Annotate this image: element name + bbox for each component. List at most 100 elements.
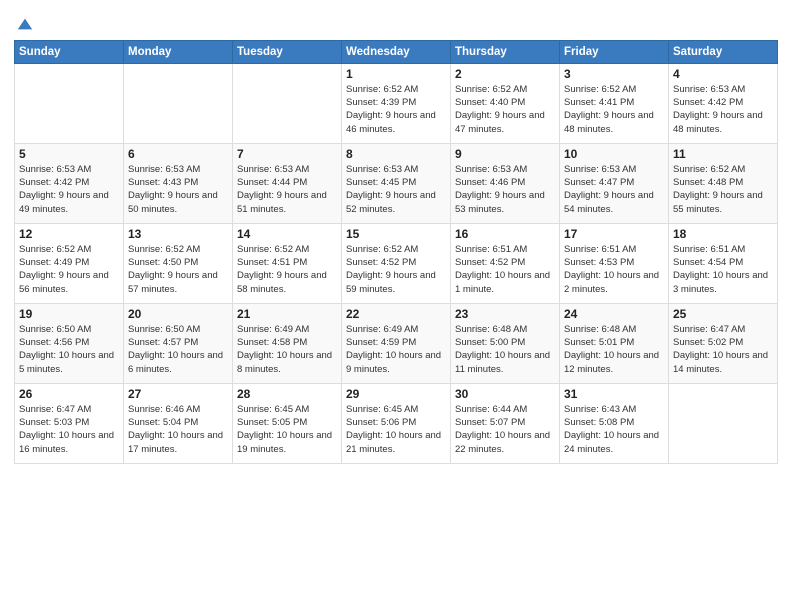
- day-number: 31: [564, 387, 664, 401]
- day-cell: 16 Sunrise: 6:51 AM Sunset: 4:52 PM Dayli…: [451, 223, 560, 303]
- day-info: Sunrise: 6:50 AM Sunset: 4:57 PM Dayligh…: [128, 323, 228, 376]
- day-number: 2: [455, 67, 555, 81]
- day-number: 6: [128, 147, 228, 161]
- day-cell: 20 Sunrise: 6:50 AM Sunset: 4:57 PM Dayli…: [124, 303, 233, 383]
- day-info: Sunrise: 6:52 AM Sunset: 4:48 PM Dayligh…: [673, 163, 773, 216]
- day-number: 12: [19, 227, 119, 241]
- day-cell: 23 Sunrise: 6:48 AM Sunset: 5:00 PM Dayli…: [451, 303, 560, 383]
- day-number: 29: [346, 387, 446, 401]
- day-number: 4: [673, 67, 773, 81]
- weekday-header-monday: Monday: [124, 40, 233, 63]
- day-number: 18: [673, 227, 773, 241]
- day-info: Sunrise: 6:52 AM Sunset: 4:49 PM Dayligh…: [19, 243, 119, 296]
- day-cell: 24Sunrise: 6:48 AM Sunset: 5:01 PM Dayli…: [560, 303, 669, 383]
- day-cell: 12 Sunrise: 6:52 AM Sunset: 4:49 PM Dayli…: [15, 223, 124, 303]
- day-cell: [233, 63, 342, 143]
- day-number: 10: [564, 147, 664, 161]
- day-number: 8: [346, 147, 446, 161]
- week-row-2: 5Sunrise: 6:53 AM Sunset: 4:42 PM Daylig…: [15, 143, 778, 223]
- day-info: Sunrise: 6:44 AM Sunset: 5:07 PM Dayligh…: [455, 403, 555, 456]
- day-info: Sunrise: 6:46 AM Sunset: 5:04 PM Dayligh…: [128, 403, 228, 456]
- day-info: Sunrise: 6:53 AM Sunset: 4:46 PM Dayligh…: [455, 163, 555, 216]
- logo: [14, 14, 34, 34]
- day-info: Sunrise: 6:45 AM Sunset: 5:06 PM Dayligh…: [346, 403, 446, 456]
- day-number: 30: [455, 387, 555, 401]
- day-cell: [15, 63, 124, 143]
- day-info: Sunrise: 6:52 AM Sunset: 4:50 PM Dayligh…: [128, 243, 228, 296]
- day-cell: 27 Sunrise: 6:46 AM Sunset: 5:04 PM Dayli…: [124, 383, 233, 463]
- day-number: 3: [564, 67, 664, 81]
- week-row-5: 26 Sunrise: 6:47 AM Sunset: 5:03 PM Dayli…: [15, 383, 778, 463]
- day-number: 17: [564, 227, 664, 241]
- weekday-header-thursday: Thursday: [451, 40, 560, 63]
- weekday-header-tuesday: Tuesday: [233, 40, 342, 63]
- day-cell: 7 Sunrise: 6:53 AM Sunset: 4:44 PM Daylig…: [233, 143, 342, 223]
- day-cell: 21Sunrise: 6:49 AM Sunset: 4:58 PM Dayli…: [233, 303, 342, 383]
- day-info: Sunrise: 6:51 AM Sunset: 4:52 PM Dayligh…: [455, 243, 555, 296]
- day-info: Sunrise: 6:53 AM Sunset: 4:42 PM Dayligh…: [673, 83, 773, 136]
- day-number: 26: [19, 387, 119, 401]
- header: [14, 10, 778, 34]
- day-cell: 1 Sunrise: 6:52 AM Sunset: 4:39 PM Daylig…: [342, 63, 451, 143]
- day-number: 27: [128, 387, 228, 401]
- day-number: 11: [673, 147, 773, 161]
- day-number: 13: [128, 227, 228, 241]
- day-number: 7: [237, 147, 337, 161]
- day-cell: 19 Sunrise: 6:50 AM Sunset: 4:56 PM Dayli…: [15, 303, 124, 383]
- day-info: Sunrise: 6:52 AM Sunset: 4:52 PM Dayligh…: [346, 243, 446, 296]
- day-number: 9: [455, 147, 555, 161]
- day-info: Sunrise: 6:52 AM Sunset: 4:51 PM Dayligh…: [237, 243, 337, 296]
- day-info: Sunrise: 6:47 AM Sunset: 5:02 PM Dayligh…: [673, 323, 773, 376]
- day-cell: 15 Sunrise: 6:52 AM Sunset: 4:52 PM Dayli…: [342, 223, 451, 303]
- day-cell: 18 Sunrise: 6:51 AM Sunset: 4:54 PM Dayli…: [669, 223, 778, 303]
- day-number: 28: [237, 387, 337, 401]
- logo-icon: [16, 15, 34, 33]
- day-cell: 30 Sunrise: 6:44 AM Sunset: 5:07 PM Dayli…: [451, 383, 560, 463]
- day-number: 15: [346, 227, 446, 241]
- day-info: Sunrise: 6:52 AM Sunset: 4:40 PM Dayligh…: [455, 83, 555, 136]
- day-number: 1: [346, 67, 446, 81]
- day-cell: 25 Sunrise: 6:47 AM Sunset: 5:02 PM Dayli…: [669, 303, 778, 383]
- weekday-header-friday: Friday: [560, 40, 669, 63]
- day-number: 25: [673, 307, 773, 321]
- day-number: 24: [564, 307, 664, 321]
- day-cell: 13 Sunrise: 6:52 AM Sunset: 4:50 PM Dayli…: [124, 223, 233, 303]
- day-info: Sunrise: 6:43 AM Sunset: 5:08 PM Dayligh…: [564, 403, 664, 456]
- page-container: SundayMondayTuesdayWednesdayThursdayFrid…: [0, 0, 792, 474]
- day-cell: 4 Sunrise: 6:53 AM Sunset: 4:42 PM Daylig…: [669, 63, 778, 143]
- day-number: 23: [455, 307, 555, 321]
- day-cell: 14Sunrise: 6:52 AM Sunset: 4:51 PM Dayli…: [233, 223, 342, 303]
- day-number: 16: [455, 227, 555, 241]
- day-info: Sunrise: 6:53 AM Sunset: 4:43 PM Dayligh…: [128, 163, 228, 216]
- week-row-1: 1 Sunrise: 6:52 AM Sunset: 4:39 PM Daylig…: [15, 63, 778, 143]
- day-info: Sunrise: 6:48 AM Sunset: 5:00 PM Dayligh…: [455, 323, 555, 376]
- weekday-header-row: SundayMondayTuesdayWednesdayThursdayFrid…: [15, 40, 778, 63]
- weekday-header-saturday: Saturday: [669, 40, 778, 63]
- day-cell: [124, 63, 233, 143]
- calendar-table: SundayMondayTuesdayWednesdayThursdayFrid…: [14, 40, 778, 464]
- week-row-4: 19 Sunrise: 6:50 AM Sunset: 4:56 PM Dayli…: [15, 303, 778, 383]
- day-cell: 22Sunrise: 6:49 AM Sunset: 4:59 PM Dayli…: [342, 303, 451, 383]
- day-cell: 6 Sunrise: 6:53 AM Sunset: 4:43 PM Daylig…: [124, 143, 233, 223]
- day-cell: 29 Sunrise: 6:45 AM Sunset: 5:06 PM Dayli…: [342, 383, 451, 463]
- day-cell: 31 Sunrise: 6:43 AM Sunset: 5:08 PM Dayli…: [560, 383, 669, 463]
- day-info: Sunrise: 6:50 AM Sunset: 4:56 PM Dayligh…: [19, 323, 119, 376]
- day-cell: 3Sunrise: 6:52 AM Sunset: 4:41 PM Daylig…: [560, 63, 669, 143]
- day-info: Sunrise: 6:47 AM Sunset: 5:03 PM Dayligh…: [19, 403, 119, 456]
- day-info: Sunrise: 6:53 AM Sunset: 4:45 PM Dayligh…: [346, 163, 446, 216]
- day-cell: 10Sunrise: 6:53 AM Sunset: 4:47 PM Dayli…: [560, 143, 669, 223]
- day-info: Sunrise: 6:52 AM Sunset: 4:39 PM Dayligh…: [346, 83, 446, 136]
- day-cell: 28Sunrise: 6:45 AM Sunset: 5:05 PM Dayli…: [233, 383, 342, 463]
- day-cell: 11 Sunrise: 6:52 AM Sunset: 4:48 PM Dayli…: [669, 143, 778, 223]
- day-cell: 9 Sunrise: 6:53 AM Sunset: 4:46 PM Daylig…: [451, 143, 560, 223]
- day-info: Sunrise: 6:53 AM Sunset: 4:44 PM Dayligh…: [237, 163, 337, 216]
- day-cell: 26 Sunrise: 6:47 AM Sunset: 5:03 PM Dayli…: [15, 383, 124, 463]
- day-info: Sunrise: 6:51 AM Sunset: 4:53 PM Dayligh…: [564, 243, 664, 296]
- day-info: Sunrise: 6:49 AM Sunset: 4:58 PM Dayligh…: [237, 323, 337, 376]
- day-info: Sunrise: 6:51 AM Sunset: 4:54 PM Dayligh…: [673, 243, 773, 296]
- day-number: 22: [346, 307, 446, 321]
- day-cell: 5Sunrise: 6:53 AM Sunset: 4:42 PM Daylig…: [15, 143, 124, 223]
- day-number: 20: [128, 307, 228, 321]
- day-info: Sunrise: 6:53 AM Sunset: 4:42 PM Dayligh…: [19, 163, 119, 216]
- day-number: 19: [19, 307, 119, 321]
